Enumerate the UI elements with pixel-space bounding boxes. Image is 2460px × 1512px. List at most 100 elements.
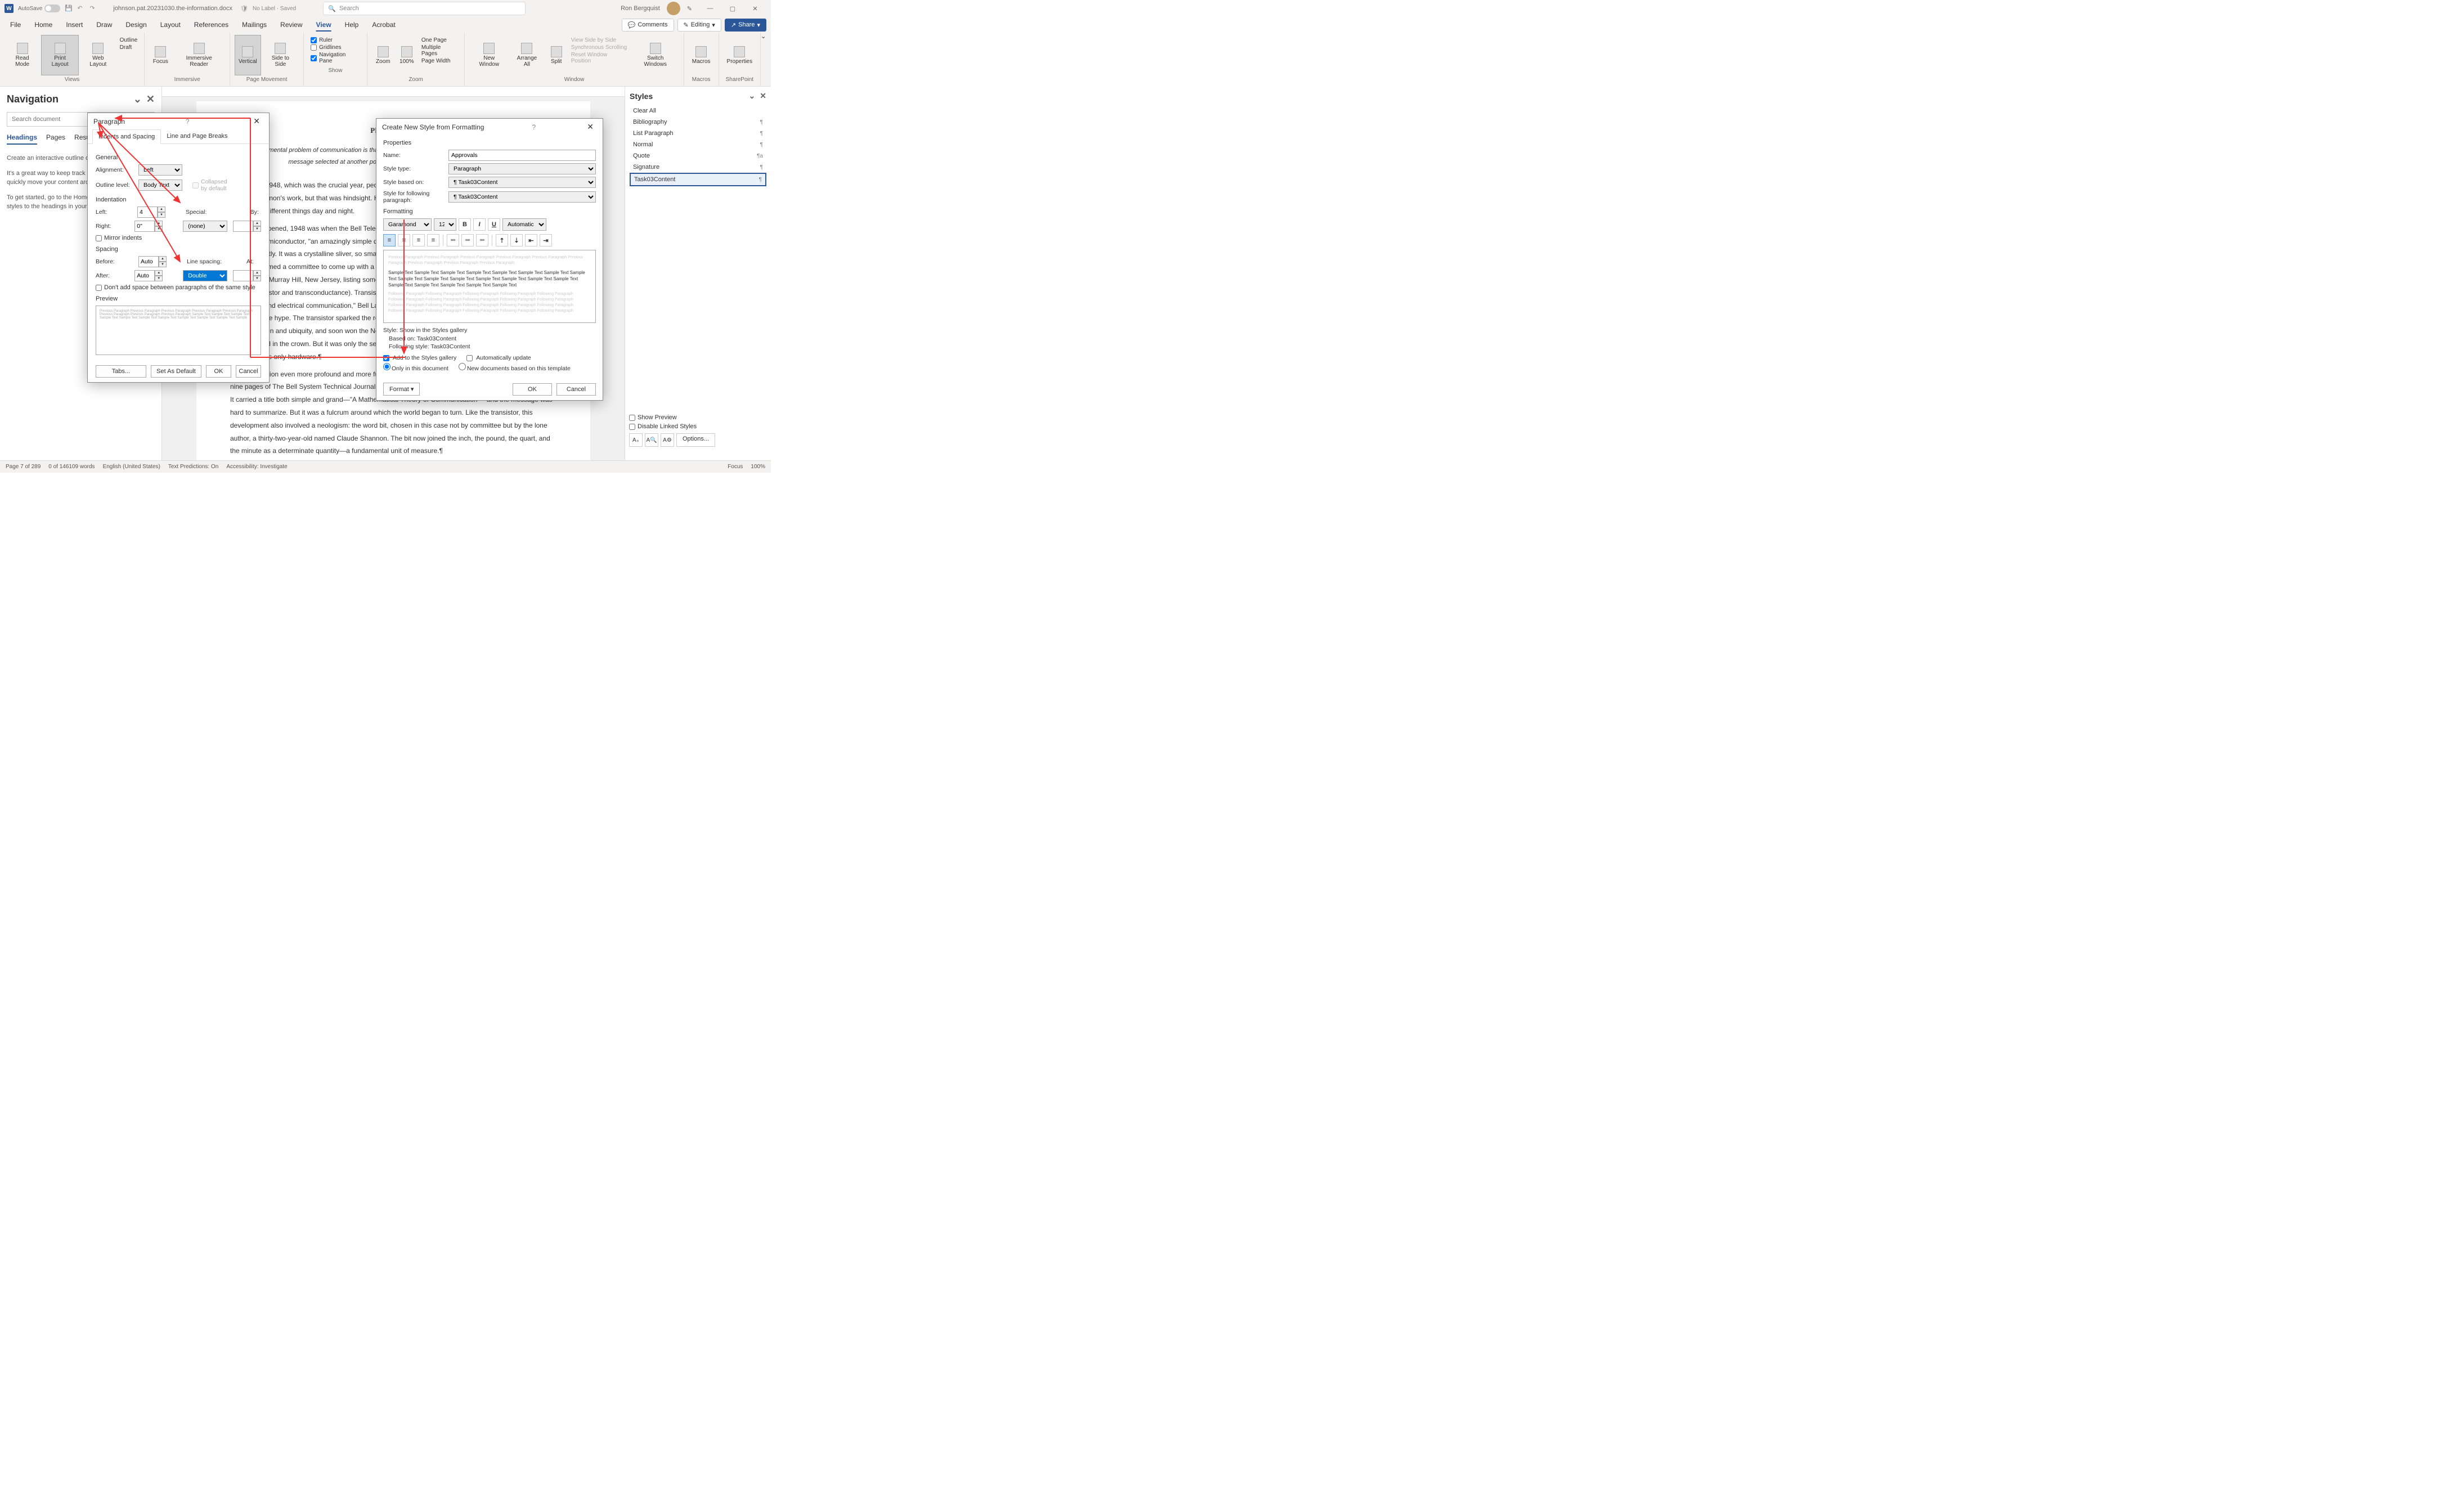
spacing-after-input[interactable]: ▲▼: [134, 270, 163, 281]
collapse-ribbon-icon[interactable]: ⌄: [761, 33, 771, 43]
properties-button[interactable]: Properties: [724, 35, 756, 75]
set-default-button[interactable]: Set As Default: [151, 365, 201, 378]
auto-update-checkbox[interactable]: Automatically update: [466, 355, 531, 361]
accessibility-status[interactable]: Accessibility: Investigate: [226, 464, 287, 470]
avatar[interactable]: [667, 2, 680, 15]
disable-linked-checkbox[interactable]: Disable Linked Styles: [629, 423, 766, 430]
maximize-button[interactable]: ▢: [721, 0, 744, 17]
add-gallery-checkbox[interactable]: Add to the Styles gallery: [383, 355, 456, 361]
tab-review[interactable]: Review: [275, 19, 308, 31]
font-select[interactable]: Garamond: [383, 218, 432, 231]
dialog-close-icon[interactable]: ✕: [583, 122, 597, 132]
line-spacing-select[interactable]: Double: [183, 270, 227, 281]
indent-dec-button[interactable]: ⇤: [525, 234, 537, 246]
outline-select[interactable]: Body Text: [138, 180, 182, 191]
style-quote[interactable]: Quote¶a: [630, 150, 766, 161]
focus-button[interactable]: Focus: [149, 35, 172, 75]
side-to-side-button[interactable]: Side to Side: [262, 35, 299, 75]
tab-help[interactable]: Help: [339, 19, 365, 31]
spacing-1-button[interactable]: ═: [447, 234, 459, 246]
comments-button[interactable]: 💬 Comments: [622, 19, 674, 32]
tab-indents-spacing[interactable]: Indents and Spacing: [92, 129, 161, 144]
tab-references[interactable]: References: [188, 19, 234, 31]
autosave-toggle[interactable]: AutoSave: [18, 5, 60, 12]
style-based-select[interactable]: ¶ Task03Content: [448, 177, 596, 188]
manage-styles-button[interactable]: A⚙: [661, 433, 674, 447]
ribbon-mode-icon[interactable]: ✎: [687, 5, 692, 12]
new-template-radio[interactable]: New documents based on this template: [459, 363, 571, 372]
nav-tab-pages[interactable]: Pages: [46, 133, 65, 145]
style-ok-button[interactable]: OK: [513, 383, 552, 396]
new-window-button[interactable]: New Window: [469, 35, 509, 75]
space-before-inc-button[interactable]: ⇡: [496, 234, 508, 246]
tab-acrobat[interactable]: Acrobat: [366, 19, 401, 31]
minimize-button[interactable]: —: [699, 0, 721, 17]
split-button[interactable]: Split: [545, 35, 568, 75]
at-input[interactable]: ▲▼: [233, 270, 261, 281]
print-layout-button[interactable]: Print Layout: [41, 35, 79, 75]
outline-button[interactable]: Outline: [120, 37, 138, 43]
style-task03content[interactable]: Task03Content¶: [630, 173, 766, 186]
focus-mode[interactable]: Focus: [728, 464, 743, 470]
tab-draw[interactable]: Draw: [91, 19, 118, 31]
style-normal[interactable]: Normal¶: [630, 139, 766, 150]
draft-button[interactable]: Draft: [120, 44, 138, 51]
help-icon[interactable]: ?: [532, 123, 536, 131]
zoom-button[interactable]: Zoom: [372, 35, 394, 75]
new-style-button[interactable]: A₊: [629, 433, 643, 447]
close-button[interactable]: ✕: [744, 0, 766, 17]
only-doc-radio[interactable]: Only in this document: [383, 363, 448, 372]
arrange-all-button[interactable]: Arrange All: [510, 35, 544, 75]
styles-options-button[interactable]: Options...: [676, 433, 715, 447]
word-count[interactable]: 0 of 146109 words: [48, 464, 95, 470]
tab-line-breaks[interactable]: Line and Page Breaks: [161, 129, 233, 143]
tab-file[interactable]: File: [5, 19, 26, 31]
nav-close-icon[interactable]: ✕: [146, 93, 155, 105]
language-status[interactable]: English (United States): [103, 464, 160, 470]
one-page-button[interactable]: One Page: [421, 37, 458, 43]
para-ok-button[interactable]: OK: [206, 365, 231, 378]
immersive-reader-button[interactable]: Immersive Reader: [173, 35, 225, 75]
styles-close-icon[interactable]: ✕: [760, 91, 766, 101]
space-before-dec-button[interactable]: ⇣: [510, 234, 523, 246]
vertical-button[interactable]: Vertical: [235, 35, 261, 75]
undo-icon[interactable]: ↶: [77, 5, 85, 12]
read-mode-button[interactable]: Read Mode: [5, 35, 40, 75]
style-type-select[interactable]: Paragraph: [448, 163, 596, 174]
switch-windows-button[interactable]: Switch Windows: [632, 35, 679, 75]
search-box[interactable]: 🔍 Search: [323, 2, 526, 15]
gridlines-checkbox[interactable]: Gridlines: [311, 44, 360, 51]
align-center-button[interactable]: ≡: [398, 234, 410, 246]
indent-left-input[interactable]: ▲▼: [137, 207, 165, 218]
style-clear-all[interactable]: Clear All: [630, 105, 766, 116]
editing-button[interactable]: ✎ Editing ▾: [677, 19, 721, 32]
bold-button[interactable]: B: [459, 218, 471, 231]
tab-insert[interactable]: Insert: [60, 19, 88, 31]
style-list-paragraph[interactable]: List Paragraph¶: [630, 128, 766, 139]
page-status[interactable]: Page 7 of 289: [6, 464, 41, 470]
style-bibliography[interactable]: Bibliography¶: [630, 116, 766, 128]
macros-button[interactable]: Macros: [689, 35, 714, 75]
style-signature[interactable]: Signature¶: [630, 161, 766, 173]
mirror-indents-checkbox[interactable]: Mirror indents: [96, 235, 261, 241]
format-dropdown-button[interactable]: Format ▾: [383, 383, 420, 396]
dont-add-space-checkbox[interactable]: Don't add space between paragraphs of th…: [96, 284, 261, 291]
italic-button[interactable]: I: [473, 218, 486, 231]
spacing-15-button[interactable]: ═: [461, 234, 474, 246]
spacing-before-input[interactable]: ▲▼: [138, 256, 167, 267]
special-select[interactable]: (none): [183, 221, 227, 232]
nav-pane-checkbox[interactable]: Navigation Pane: [311, 52, 360, 64]
dialog-close-icon[interactable]: ✕: [250, 116, 263, 126]
indent-right-input[interactable]: ▲▼: [134, 221, 163, 232]
multiple-pages-button[interactable]: Multiple Pages: [421, 44, 458, 57]
underline-button[interactable]: U: [488, 218, 500, 231]
style-following-select[interactable]: ¶ Task03Content: [448, 191, 596, 203]
page-width-button[interactable]: Page Width: [421, 58, 458, 64]
styles-dropdown-icon[interactable]: ⌄: [749, 91, 756, 101]
align-left-button[interactable]: ≡: [383, 234, 396, 246]
ruler[interactable]: [162, 87, 625, 97]
predictions-status[interactable]: Text Predictions: On: [168, 464, 218, 470]
alignment-select[interactable]: Left: [138, 164, 182, 176]
share-button[interactable]: ↗ Share ▾: [725, 19, 766, 32]
align-right-button[interactable]: ≡: [412, 234, 425, 246]
